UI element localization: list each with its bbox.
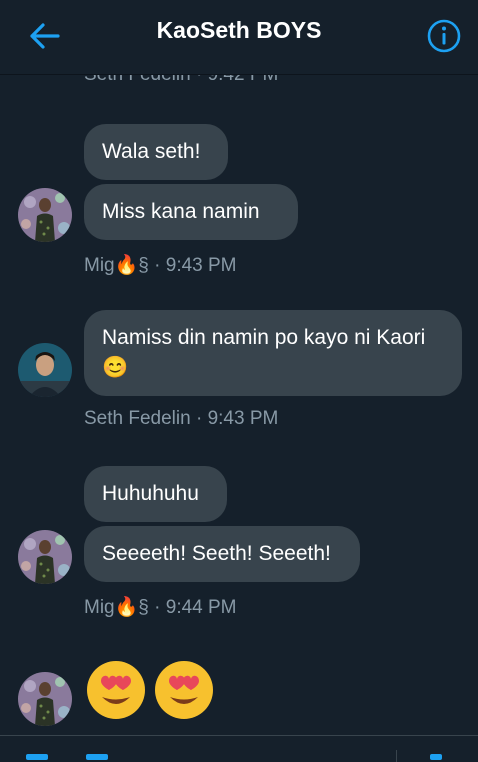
avatar-mig[interactable] [18,672,72,726]
message-time: · 9:43 PM [195,408,279,429]
message-text: Wala seth! [102,140,201,163]
message-meta: Mig🔥§ · 9:43 PM [84,253,237,277]
info-button[interactable] [424,16,464,56]
send-icon[interactable] [430,754,442,760]
message-bubble[interactable]: Wala seth! [84,124,228,180]
sender-name: Mig [84,255,115,276]
image-icon[interactable] [86,754,108,760]
emoji-message[interactable] [84,658,216,722]
message-bubble[interactable]: Miss kana namin [84,184,298,240]
message-meta: Mig🔥§ · 9:44 PM [84,595,237,619]
avatar-mig[interactable] [18,530,72,584]
message-text: Miss kana namin [102,200,260,223]
heart-eyes-emoji [87,661,145,719]
sender-emoji: 🔥§ [114,255,149,276]
info-circle-icon [427,19,461,53]
divider [396,750,397,762]
back-button[interactable] [24,18,64,54]
message-text: Huhuhuhu [102,482,199,505]
message-text: Namiss din namin po kayo ni Kaori 😊 [102,326,426,379]
sender-name: Seth Fedelin [84,408,191,429]
message-bubble[interactable]: Seeeeth! Seeth! Seeeth! [84,526,360,582]
avatar-mig[interactable] [18,188,72,242]
message-time: · 9:43 PM [154,255,237,276]
avatar-seth[interactable] [18,343,72,397]
page-title: KaoSeth BOYS [156,17,322,43]
compose-bar [0,735,478,762]
sender-name: Mig [84,597,115,618]
message-text: Seeeeth! Seeth! Seeeth! [102,542,331,565]
sender-emoji: 🔥§ [114,597,149,618]
message-bubble[interactable]: Huhuhuhu [84,466,227,522]
message-bubble[interactable]: Namiss din namin po kayo ni Kaori 😊 [84,310,462,396]
conversation-header: KaoSeth BOYS [0,0,478,75]
message-time: · 9:44 PM [154,597,237,618]
arrow-left-icon [30,23,60,49]
gif-icon[interactable] [26,754,48,760]
heart-eyes-emoji [155,661,213,719]
message-meta: Seth Fedelin · 9:43 PM [84,408,278,430]
